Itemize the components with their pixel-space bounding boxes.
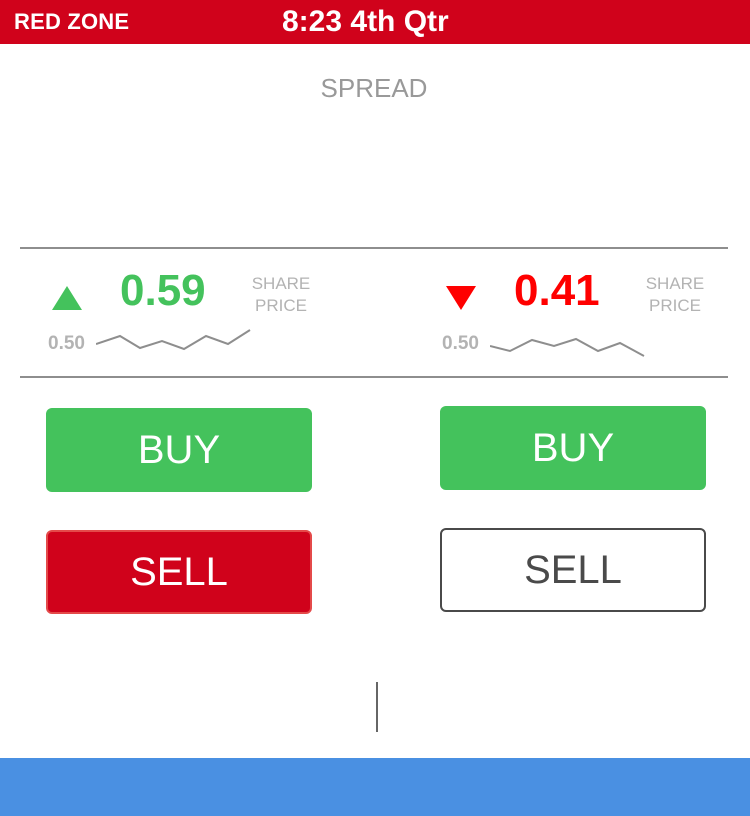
share-label-line1: SHARE [645,274,705,293]
price-down-arrow-icon [446,286,476,310]
left-share-price: 0.59 [120,266,206,315]
left-baseline-value: 0.50 [48,333,85,354]
left-buy-button[interactable]: BUY [46,408,312,492]
left-price-block: 0.59 SHARE PRICE 0.50 [20,262,320,362]
price-up-arrow-icon [52,286,82,310]
center-divider [376,682,378,732]
right-sell-button[interactable]: SELL [440,528,706,612]
right-share-price-label: SHARE PRICE [640,273,710,317]
share-label-line1: SHARE [251,274,311,293]
bottom-bar [0,758,750,816]
top-divider [20,247,728,249]
right-share-price: 0.41 [514,266,600,315]
right-sparkline [490,337,645,357]
share-label-line2: PRICE [255,296,307,315]
game-clock: 8:23 4th Qtr [282,5,449,38]
left-sparkline [96,329,251,351]
right-price-block: 0.41 SHARE PRICE 0.50 [414,262,714,362]
right-buy-button[interactable]: BUY [440,406,706,490]
left-share-price-label: SHARE PRICE [246,273,316,317]
trading-screen: RED ZONE 8:23 4th Qtr SPREAD 0.59 SHARE … [0,0,750,816]
header-bar: RED ZONE 8:23 4th Qtr [0,0,750,44]
zone-label: RED ZONE [14,9,130,34]
bottom-divider [20,376,728,378]
left-sell-button[interactable]: SELL [46,530,312,614]
share-label-line2: PRICE [649,296,701,315]
market-title: SPREAD [320,73,428,103]
right-baseline-value: 0.50 [442,333,479,354]
